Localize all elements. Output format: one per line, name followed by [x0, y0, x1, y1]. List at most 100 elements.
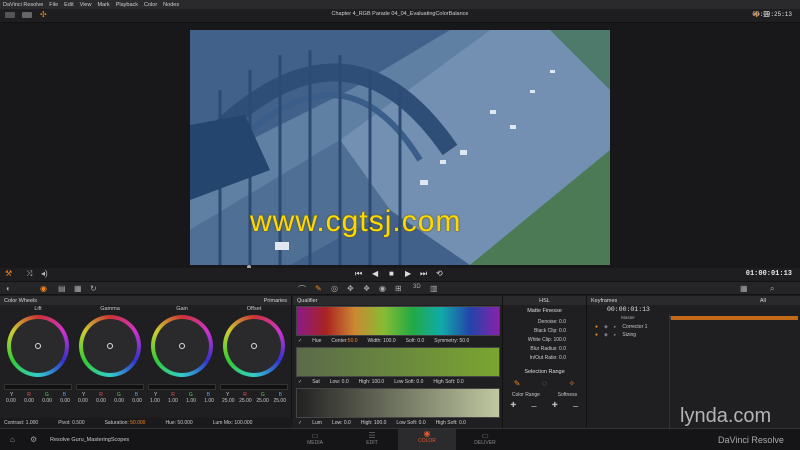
edit-page-tab[interactable]: ☰ EDIT	[357, 431, 387, 446]
offset-label: Offset	[246, 306, 262, 312]
white-clip-value[interactable]: White Clip: 100.0	[503, 337, 586, 343]
rgb-mixer-icon[interactable]: ▦	[74, 284, 82, 293]
viewer-mode-icon[interactable]	[5, 12, 15, 18]
mark-menu[interactable]: Mark	[97, 2, 109, 8]
hue-value[interactable]: Hue: 50.000	[165, 420, 192, 426]
sat-low-soft[interactable]: Low Soft: 0.0	[394, 379, 423, 385]
layers-icon[interactable]: ▥	[430, 284, 438, 293]
camera-raw-icon[interactable]: ◐	[6, 284, 11, 293]
blur-icon[interactable]: ❖	[363, 284, 370, 293]
blur-radius-value[interactable]: Blur Radius: 0.0	[503, 346, 586, 352]
play-icon[interactable]: ▶	[405, 269, 411, 278]
gain-master-slider[interactable]	[148, 384, 216, 390]
sat-label: Sat	[312, 379, 320, 385]
play-reverse-icon[interactable]: ◀	[372, 269, 378, 278]
hue-symmetry[interactable]: Symmetry: 50.0	[434, 338, 469, 344]
playback-menu[interactable]: Playback	[116, 2, 138, 8]
stop-icon[interactable]: ■	[389, 269, 394, 278]
settings-icon[interactable]: ⚙	[30, 435, 37, 444]
menu-bar: DaVinci Resolve File Edit View Mark Play…	[0, 0, 800, 9]
contrast-value[interactable]: Contrast: 1.000	[4, 420, 38, 426]
lum-range-bar[interactable]	[296, 388, 500, 418]
curves-icon[interactable]: ▤	[58, 284, 66, 293]
color-wheels-tab-icon[interactable]: ◉	[40, 284, 47, 293]
home-icon[interactable]: ⌂	[10, 435, 15, 444]
split-screen-icon[interactable]: ✣	[40, 10, 47, 19]
offset-master-slider[interactable]	[220, 384, 288, 390]
lum-high-soft[interactable]: High Soft: 0.0	[436, 420, 466, 426]
zoom-icon[interactable]: ⌕	[770, 284, 774, 294]
audio-icon[interactable]: ◂)	[41, 269, 48, 278]
hue-width[interactable]: Width: 100.0	[368, 338, 396, 344]
media-page-tab[interactable]: ▭ MEDIA	[300, 431, 330, 446]
soft-plus-icon[interactable]: ✚	[552, 401, 558, 409]
lum-high[interactable]: High: 100.0	[361, 420, 387, 426]
go-start-icon[interactable]: ⏮	[355, 269, 362, 279]
picker-icon[interactable]: ✎	[514, 379, 521, 388]
subtract-color-icon[interactable]: ⚊	[531, 401, 537, 409]
project-name: Resolve Guru_MasteringScopes	[50, 437, 130, 443]
lum-low-soft[interactable]: Low Soft: 0.0	[396, 420, 425, 426]
highlight-wand-icon[interactable]: ✧	[568, 379, 575, 388]
window-icon[interactable]: ◎	[331, 284, 338, 293]
gallery-icon[interactable]	[22, 12, 32, 18]
gain-wheel[interactable]	[151, 315, 213, 377]
lift-wheel[interactable]	[7, 315, 69, 377]
in-out-ratio-value[interactable]: In/Out Ratio: 0.0	[503, 355, 586, 361]
soft-minus-icon[interactable]: ⚊	[572, 401, 578, 409]
sat-high-soft[interactable]: High Soft: 0.0	[433, 379, 463, 385]
pivot-value[interactable]: Pivot: 0.500	[58, 420, 84, 426]
feather-icon[interactable]: ◌	[542, 379, 547, 388]
saturation-value[interactable]: Saturation: 50.000	[105, 420, 146, 426]
keyframe-playhead-bar[interactable]	[671, 316, 798, 320]
tracker-icon[interactable]: ✥	[347, 284, 354, 293]
gamma-master-slider[interactable]	[76, 384, 144, 390]
sat-range-bar[interactable]	[296, 347, 500, 377]
lum-controls: ✓ Lum Low: 0.0 High: 100.0 Low Soft: 0.0…	[296, 418, 500, 428]
black-clip-value[interactable]: Black Clip: 0.0	[503, 328, 586, 334]
file-menu[interactable]: File	[49, 2, 58, 8]
track-sizing[interactable]: ● ◆ ▸ Sizing	[587, 332, 800, 338]
nodes-menu[interactable]: Nodes	[163, 2, 179, 8]
shuffle-icon[interactable]: ⤨	[26, 269, 32, 279]
sat-low[interactable]: Low: 0.0	[330, 379, 349, 385]
color-menu[interactable]: Color	[144, 2, 157, 8]
add-color-icon[interactable]: ✚	[510, 401, 516, 409]
hue-soft[interactable]: Soft: 0.0	[406, 338, 425, 344]
matte-finesse-title: Matte Finesse	[527, 308, 562, 314]
hue-range-bar[interactable]	[296, 306, 500, 336]
hue-center[interactable]: Center:50.0	[331, 338, 357, 344]
primaries-dropdown[interactable]: Primaries	[264, 298, 287, 304]
app-menu[interactable]: DaVinci Resolve	[3, 2, 43, 8]
lift-master-slider[interactable]	[4, 384, 72, 390]
qualifier-picker-icon[interactable]: ✎	[315, 284, 322, 293]
offset-wheel[interactable]	[223, 315, 285, 377]
keyframes-filter-dropdown[interactable]: All	[760, 298, 766, 304]
sat-check-icon[interactable]: ✓	[298, 379, 302, 385]
sizing-icon[interactable]: ⊞	[395, 284, 402, 293]
lum-mix-value[interactable]: Lum Mix: 100.000	[213, 420, 253, 426]
track-corrector-1[interactable]: ● ◆ ▸ Corrector 1	[587, 324, 800, 330]
hsl-title[interactable]: HSL	[539, 298, 550, 304]
lum-check-icon[interactable]: ✓	[298, 420, 302, 426]
sat-high[interactable]: High: 100.0	[359, 379, 385, 385]
denoise-value[interactable]: Denoise: 0.0	[503, 319, 586, 325]
color-page-tab[interactable]: ◉ COLOR	[398, 429, 456, 450]
loop-icon[interactable]: ⟲	[436, 269, 443, 278]
hsl-header: HSL	[503, 296, 586, 305]
view-menu[interactable]: View	[80, 2, 92, 8]
hue-check-icon[interactable]: ✓	[298, 338, 302, 344]
curves-panel-icon[interactable]: ⌒	[298, 284, 306, 295]
keyframes-header: Keyframes All	[587, 296, 800, 305]
gamma-wheel[interactable]	[79, 315, 141, 377]
edit-menu[interactable]: Edit	[64, 2, 73, 8]
gain-values: 1.00 1.00 1.00 1.00	[150, 398, 214, 404]
grid-view-icon[interactable]: ▦	[740, 284, 748, 293]
lum-low[interactable]: Low: 0.0	[332, 420, 351, 426]
deliver-page-tab[interactable]: ▭ DELIVER	[470, 431, 500, 446]
motion-icon[interactable]: ↻	[90, 284, 97, 293]
key-icon[interactable]: ◉	[379, 284, 386, 293]
grade-tool-icon[interactable]: ⚒	[5, 269, 12, 278]
go-end-icon[interactable]: ⏭	[420, 269, 427, 279]
3d-icon[interactable]: 3D	[413, 284, 421, 290]
